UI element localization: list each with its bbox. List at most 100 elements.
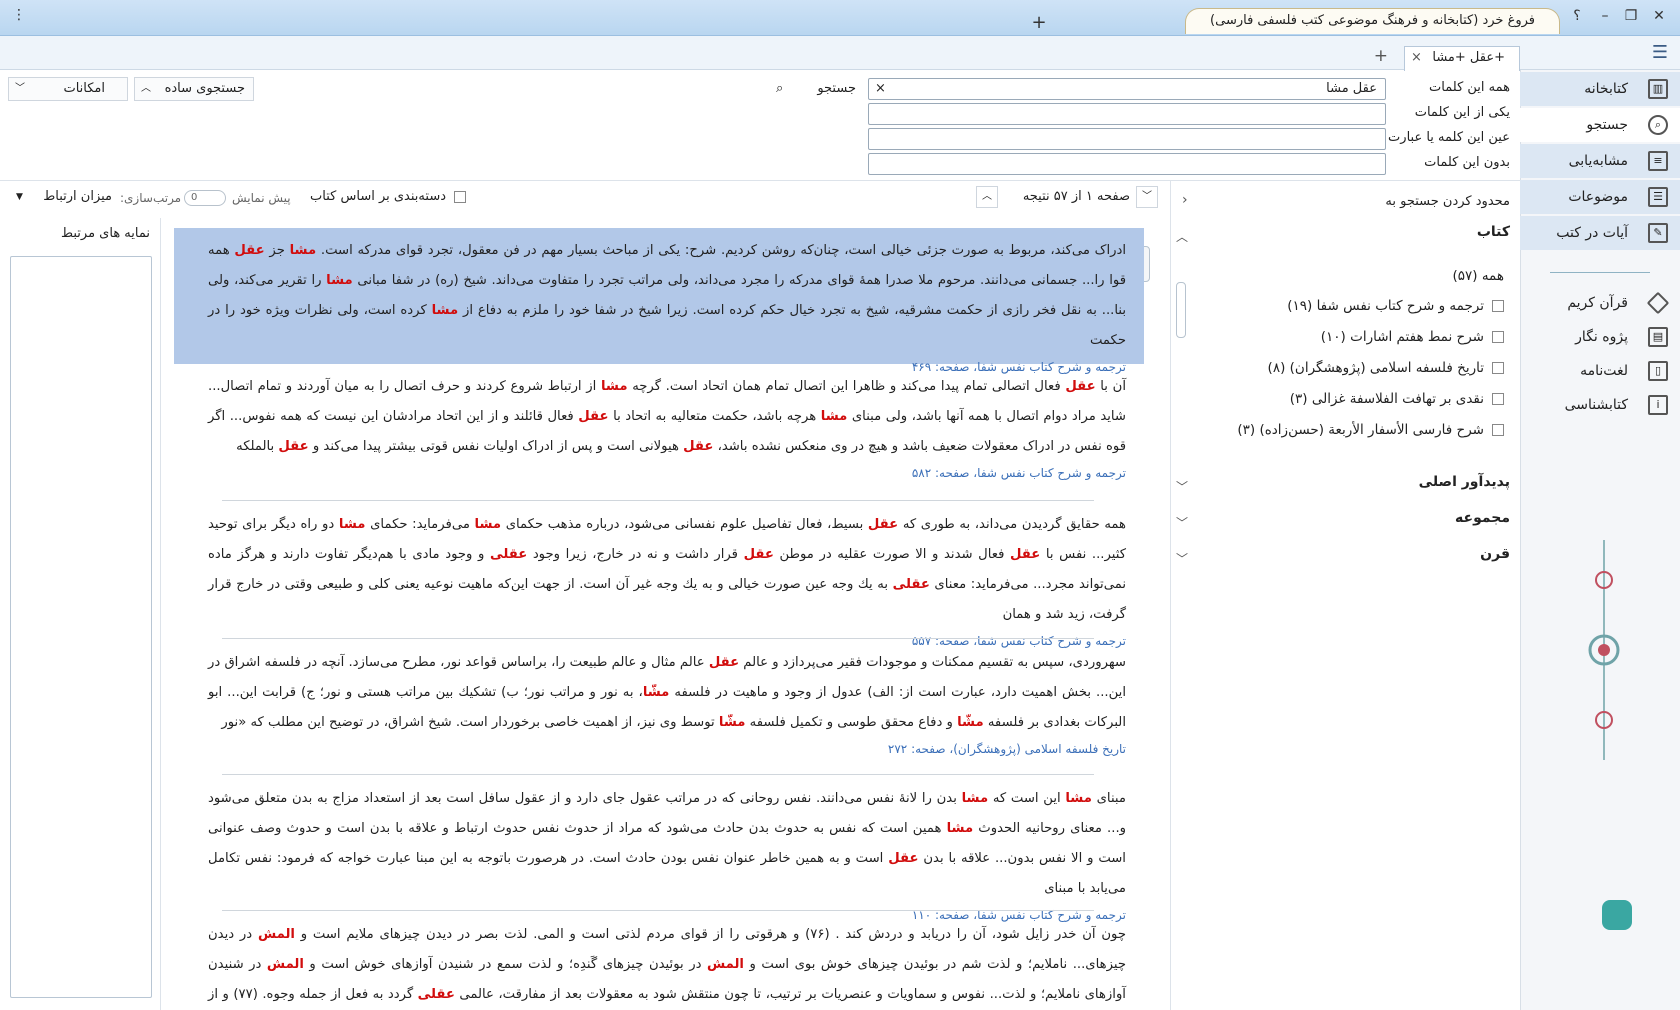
simple-search-button[interactable]: جستجوی ساده ︿ (134, 77, 254, 101)
highlighted-term: المش (257, 927, 295, 942)
clear-input-icon[interactable]: × (875, 79, 886, 99)
window-title: فروغ خرد (کتابخانه و فرهنگ موضوعی کتب فل… (1185, 8, 1560, 34)
restore-button[interactable]: ❐ (1620, 8, 1642, 24)
navigation-sidebar: کتابخانه ▥ جستجو ⌕ مشابه‌یابی ≡ موضوعات ☰ آی… (1520, 70, 1680, 1010)
result-item[interactable]: همه حقایق گردیدن می‌داند، به طوری که عقل… (174, 510, 1144, 652)
next-page-button[interactable]: ︿ (976, 186, 998, 208)
search-button[interactable]: جستجو ⌕ (770, 78, 860, 100)
nav-item-topics[interactable]: موضوعات ☰ (1520, 180, 1680, 214)
book-section-toggle[interactable]: ︿ (1176, 228, 1188, 245)
book-list-scroll[interactable] (1174, 262, 1188, 462)
add-tab-button[interactable]: + (1374, 46, 1388, 66)
all-words-label: همه این کلمات (1429, 80, 1510, 95)
collection-section-title: مجموعه (1455, 510, 1510, 526)
filter-book-item[interactable]: شرح نمط هفتم اشارات (۱۰) (1321, 329, 1504, 345)
collapse-filter-button[interactable]: › (1182, 192, 1188, 208)
nav-item-similarity[interactable]: مشابه‌یابی ≡ (1520, 144, 1680, 178)
ornament-divider (1550, 272, 1650, 273)
result-fragment: هیولانی است و پس از ادراک اولیات نفس قوت… (308, 439, 684, 454)
result-text: مبنای مشا این است که مشا بدن را لانهٔ نف… (208, 784, 1126, 904)
nav-item-library[interactable]: کتابخانه ▥ (1520, 72, 1680, 106)
highlighted-term: مشا (326, 273, 353, 288)
century-section-toggle[interactable]: ﹀ (1176, 550, 1188, 567)
preview-toggle[interactable]: 0 (184, 190, 226, 206)
filter-book-label: ترجمه و شرح کتاب نفس شفا (۱۹) (1287, 298, 1484, 314)
result-source-link[interactable]: تاریخ فلسفه اسلامی (پژوهشگران)، صفحه: ۲۷… (208, 738, 1126, 760)
result-item[interactable]: آن با عقل فعال اتصالی تمام پیدا می‌کند و… (174, 372, 1144, 484)
filter-all-books[interactable]: همه (۵۷) (1452, 268, 1504, 284)
filter-book-item[interactable]: تاریخ فلسفه اسلامی (پژوهشگران) (۸) (1268, 360, 1504, 376)
nav-item-notes[interactable]: پژوه نگار ▤ (1520, 320, 1680, 354)
options-button[interactable]: امکانات ﹀ (8, 77, 128, 101)
filter-book-label: تاریخ فلسفه اسلامی (پژوهشگران) (۸) (1267, 360, 1484, 376)
similarity-icon: ≡ (1648, 151, 1668, 171)
minimize-button[interactable]: – (1594, 8, 1616, 24)
limit-search-title: محدود کردن جستجو به (1385, 194, 1510, 209)
result-text: چون آن خدر زایل شود، آن را دریابد و دردش… (208, 920, 1126, 1010)
related-list[interactable] (10, 256, 152, 998)
simple-search-label: جستجوی ساده (164, 81, 245, 96)
result-fragment: بسیط، فعال تفاصیل علوم نفسانی می‌شود، در… (501, 517, 868, 532)
highlighted-term: مشا (961, 791, 989, 806)
result-fragment: همه حقایق گردیدن می‌داند، به طوری که (898, 517, 1126, 532)
new-window-tab-button[interactable]: + (1028, 12, 1050, 33)
checkbox-icon (1492, 300, 1504, 312)
dropdown-arrow-icon: ▼ (16, 192, 23, 202)
highlighted-term: عقل (578, 409, 609, 424)
highlighted-term: مشا (431, 303, 459, 318)
nav-item-verses[interactable]: آیات در کتب ✎ (1520, 216, 1680, 250)
nav-item-search[interactable]: جستجو ⌕ (1520, 108, 1680, 142)
result-fragment: فعال اتصالی تمام پیدا می‌کند و ظاهرا این… (627, 379, 1066, 394)
result-fragment: ادراک می‌کند، مربوط به صورت جزئی خیالی ا… (316, 243, 1127, 258)
creator-section-toggle[interactable]: ﹀ (1176, 478, 1188, 495)
nav-item-label: کتابشناسی (1564, 397, 1628, 413)
result-item[interactable]: سهروردی، سپس به تقسیم ممکنات و موجودات ف… (174, 648, 1144, 760)
nav-item-label: کتابخانه (1584, 81, 1628, 97)
tab-search-results[interactable]: +عقل +مشا × (1404, 46, 1520, 71)
result-separator (222, 500, 1094, 501)
without-words-input[interactable] (868, 153, 1386, 175)
result-separator (222, 774, 1094, 775)
page-info: صفحه ۱ از ۵۷ نتیجه (1022, 189, 1130, 204)
nav-item-quran[interactable]: قرآن کریم (1520, 286, 1680, 320)
hamburger-menu-icon[interactable]: ☰ (1652, 42, 1668, 63)
filter-book-item[interactable]: شرح فارسی الأسفار الأربعة (حسن‌زاده) (۳) (1237, 422, 1504, 438)
highlighted-term: مشا (600, 379, 628, 394)
tab-close-icon[interactable]: × (1411, 47, 1422, 69)
help-button[interactable]: ؟ (1566, 8, 1588, 24)
result-fragment: این است که (988, 791, 1066, 806)
sort-select[interactable]: میزان ارتباط ▼ (10, 186, 118, 208)
any-words-input[interactable] (868, 103, 1386, 125)
close-window-button[interactable]: ✕ (1648, 8, 1670, 24)
all-words-value: عقل مشا (1326, 81, 1377, 96)
exact-phrase-input[interactable] (868, 128, 1386, 150)
prev-page-button[interactable]: ﹀ (1136, 186, 1158, 208)
result-fragment: سهروردی، سپس به تقسیم ممکنات و موجودات ف… (739, 655, 1126, 670)
all-words-input[interactable]: عقل مشا × (868, 78, 1386, 100)
filter-book-item[interactable]: نقدی بر تهافت الفلاسفة غزالی (۳) (1290, 391, 1504, 407)
collection-section-toggle[interactable]: ﹀ (1176, 514, 1188, 531)
title-bar: ⋮ فروغ خرد (کتابخانه و فرهنگ موضوعی کتب … (0, 0, 1680, 36)
dictionary-icon: ▯ (1648, 361, 1668, 381)
result-fragment: هرچه باشد، حکمت متعالیه به اتحاد با (608, 409, 821, 424)
topics-icon: ☰ (1648, 187, 1668, 207)
result-fragment: قرار داشت و نه در خارج، زیرا وجود (527, 547, 744, 562)
nav-item-dictionary[interactable]: لغت‌نامه ▯ (1520, 354, 1680, 388)
collapse-up-icon: ︿ (141, 83, 151, 94)
result-separator (222, 638, 1094, 639)
highlighted-term: عقل (867, 517, 899, 532)
filter-book-item[interactable]: ترجمه و شرح کتاب نفس شفا (۱۹) (1287, 298, 1504, 314)
nav-item-label: آیات در کتب (1556, 225, 1628, 241)
filter-book-label: شرح فارسی الأسفار الأربعة (حسن‌زاده) (۳) (1237, 422, 1484, 438)
nav-item-bibliography[interactable]: کتابشناسی i (1520, 388, 1680, 422)
result-source-link[interactable]: ترجمه و شرح کتاب نفس شفا، صفحه: ۵۸۲ (208, 462, 1126, 484)
result-item[interactable]: ادراک می‌کند، مربوط به صورت جزئی خیالی ا… (174, 228, 1144, 374)
result-item[interactable]: مبنای مشا این است که مشا بدن را لانهٔ نف… (174, 784, 1144, 926)
result-fragment: چون آن خدر زایل شود، آن را دریابد و دردش… (294, 927, 1126, 942)
window-menu-button[interactable]: ⋮ (8, 7, 30, 23)
book-list-thumb[interactable] (1176, 282, 1186, 338)
nav-item-label: مشابه‌یابی (1568, 153, 1628, 169)
highlighted-term: عقل (708, 655, 740, 670)
result-item[interactable]: چون آن خدر زایل شود، آن را دریابد و دردش… (174, 920, 1144, 1010)
group-by-book-checkbox[interactable]: دسته‌بندی بر اساس کتاب (296, 189, 466, 204)
